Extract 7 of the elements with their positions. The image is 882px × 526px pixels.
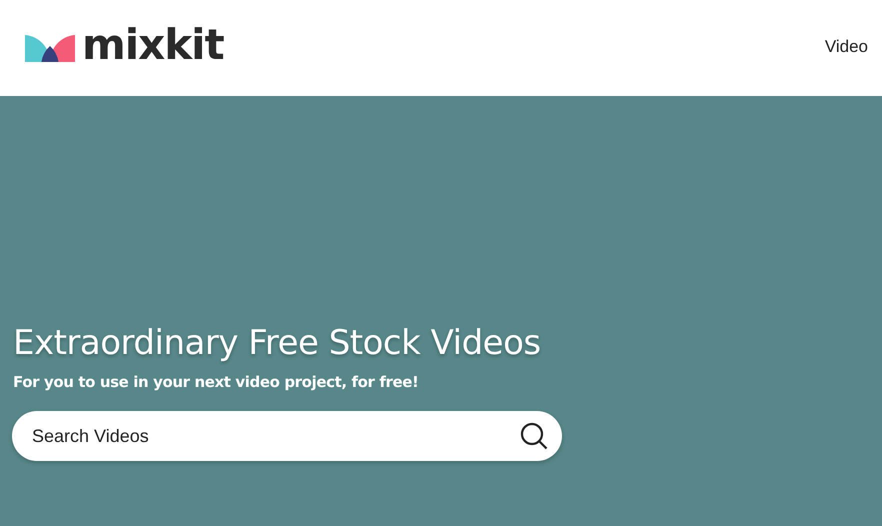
nav-link[interactable]: Video (824, 37, 868, 57)
logo-text: mixkit (82, 24, 224, 66)
logo-mark-icon (25, 34, 75, 62)
search-field[interactable]: Search Videos (12, 411, 562, 461)
hero-subtitle: For you to use in your next video project, for free! (13, 373, 420, 391)
search-icon[interactable] (520, 422, 548, 450)
hero-title: Extraordinary Free Stock Videos (13, 323, 542, 363)
